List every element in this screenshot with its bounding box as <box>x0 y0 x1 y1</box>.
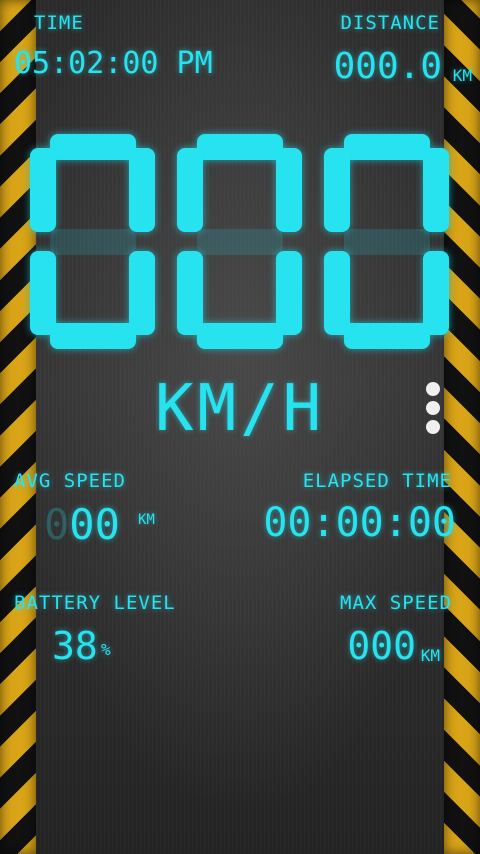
hazard-stripe-left <box>0 0 36 854</box>
battery-level-label: BATTERY LEVEL <box>14 592 176 614</box>
speed-digit-segment <box>324 148 350 232</box>
speed-digit-segment <box>129 251 155 335</box>
hazard-stripe-right <box>444 0 480 854</box>
speed-digit-segment <box>276 251 302 335</box>
speed-digit <box>177 134 302 349</box>
time-value: 05:02:00 PM <box>14 46 213 81</box>
speed-digit-segment <box>344 323 430 349</box>
speed-digit-segment <box>50 229 136 255</box>
more-vert-icon[interactable] <box>424 382 442 438</box>
avg-speed-ghost-digit: 0 <box>44 500 70 549</box>
speed-digit-segment <box>177 251 203 335</box>
speed-digit-segment <box>197 134 283 160</box>
menu-dot <box>426 382 440 396</box>
menu-dot <box>426 401 440 415</box>
avg-speed-label: AVG SPEED <box>14 470 126 492</box>
distance-unit: KM <box>452 66 472 85</box>
speed-display <box>30 134 450 349</box>
max-speed-label: MAX SPEED <box>340 592 452 614</box>
speed-digit-segment <box>276 148 302 232</box>
menu-dot <box>426 420 440 434</box>
battery-level-value: 38 <box>52 624 98 668</box>
time-label: TIME <box>34 12 84 34</box>
speed-digit-segment <box>197 323 283 349</box>
avg-speed-unit: KM <box>138 512 155 528</box>
speed-unit: KM/H <box>155 372 326 446</box>
elapsed-time-value: 00:00:00 <box>263 500 456 546</box>
distance-label: DISTANCE <box>340 12 440 34</box>
elapsed-time-label: ELAPSED TIME <box>302 470 452 492</box>
speed-digit <box>324 134 449 349</box>
max-speed-value: 000 <box>347 624 416 668</box>
speed-digit-segment <box>423 251 449 335</box>
speed-digit-segment <box>197 229 283 255</box>
avg-speed-digits: 00 <box>69 500 120 549</box>
speed-digit-segment <box>129 148 155 232</box>
speed-digit-segment <box>423 148 449 232</box>
speed-digit-segment <box>177 148 203 232</box>
speed-digit-segment <box>344 229 430 255</box>
battery-level-unit: % <box>101 640 111 659</box>
distance-value: 000.0 <box>333 46 442 87</box>
speed-digit-segment <box>50 134 136 160</box>
speed-digit-segment <box>50 323 136 349</box>
speed-digit <box>30 134 155 349</box>
avg-speed-value: 000 <box>44 500 120 549</box>
speed-digit-segment <box>344 134 430 160</box>
speed-digit-segment <box>30 251 56 335</box>
speed-digit-segment <box>30 148 56 232</box>
max-speed-unit: KM <box>420 646 440 665</box>
speed-digit-segment <box>324 251 350 335</box>
